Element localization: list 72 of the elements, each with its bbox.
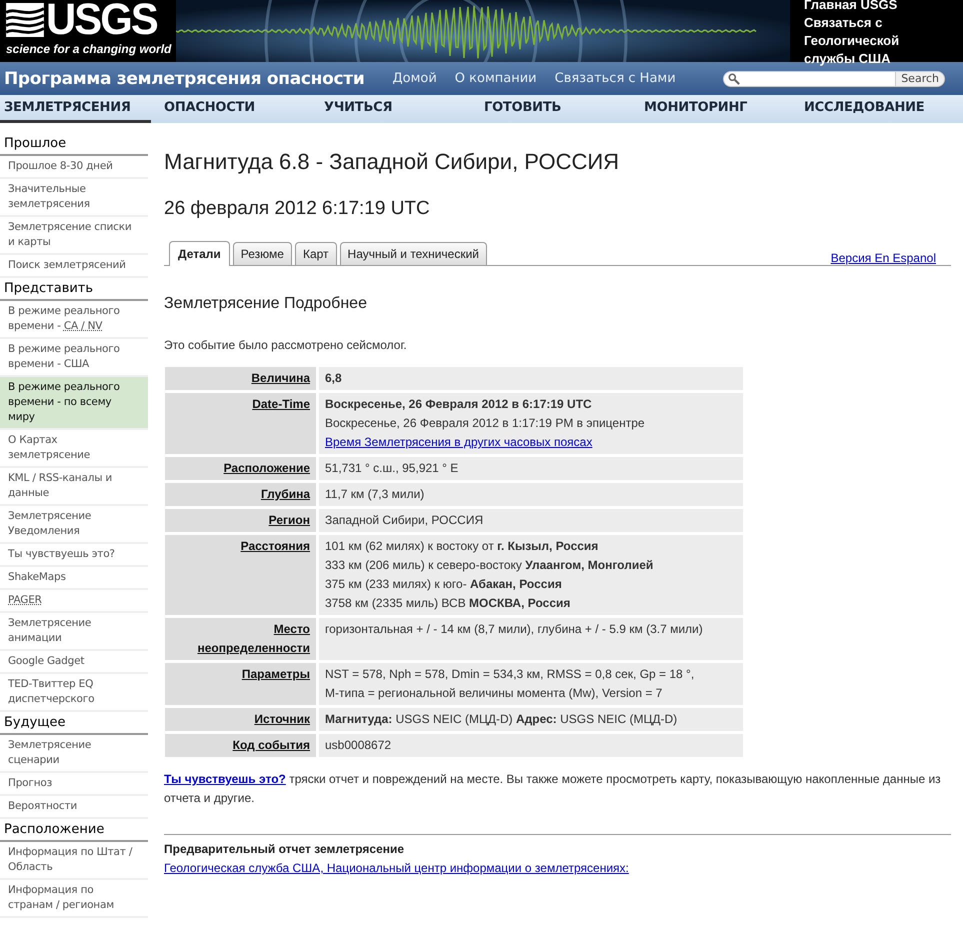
sidebar-item[interactable]: ShakeMaps (0, 567, 148, 590)
sidebar-item[interactable]: О Картах землетрясение (0, 430, 148, 468)
sidebar-item[interactable]: В режиме реального времени - CA / NV (0, 301, 148, 339)
sidebar-item[interactable]: Поиск землетрясений (0, 255, 148, 278)
search-button[interactable]: Search (895, 70, 945, 86)
detail-value: NST = 578, Nph = 578, Dmin = 534,3 км, RMSS = 0,8 сек, Gp = 18 °, (325, 666, 696, 683)
sidebar-heading: Представить (0, 278, 148, 301)
detail-link[interactable]: Время Землетрясения в других часовых поясах (325, 433, 737, 452)
detail-value: 11,7 км (7,3 мили) (325, 486, 426, 503)
event-title: Магнитуда 6.8 - Западной Сибири, РОССИЯ (164, 149, 620, 175)
felt-report-text: Ты чувствуешь это? тряски отчет и повреждений на месте. Вы также можете просмотреть карту, показывающую накопленные данные из отчета и другие. (164, 771, 942, 807)
logo-waves-icon (6, 3, 44, 37)
detail-value: Воскресенье, 26 Февраля 2012 в 1:17:19 PM в эпицентре (325, 415, 646, 432)
nav-tab[interactable]: УЧИТЬСЯ (324, 95, 392, 123)
tagline: science for a changing world (6, 42, 172, 56)
sidebar-heading: Прошлое (0, 133, 148, 156)
sidebar-item[interactable]: TED-Твиттер EQ диспетчерского (0, 674, 148, 712)
sidebar-item[interactable]: Информация по странам / регионам (0, 880, 148, 918)
field-label-link[interactable]: Расстояния (240, 537, 310, 556)
nav-tab[interactable]: ЗЕМЛЕТРЯСЕНИЯ (0, 95, 151, 123)
sidebar-item[interactable]: Землетрясение сценарии (0, 735, 148, 773)
tab[interactable]: Карт (294, 242, 337, 265)
detail-value: 6,8 (325, 370, 343, 387)
top-link[interactable]: Домой (392, 71, 437, 86)
detail-value: Магнитуда: USGS NEIC (МЦД-D) Адрес: USGS NEIC (МЦД-D) (325, 711, 678, 728)
detail-value: 3758 км (2335 миль) ВСВ МОСКВА, Россия (325, 595, 572, 612)
sidebar-item[interactable]: Ты чувствуешь это? (0, 544, 148, 567)
top-link[interactable]: О компании (454, 71, 537, 86)
sidebar-item[interactable]: Google Gadget (0, 651, 148, 674)
sidebar-item[interactable]: Значительные землетрясения (0, 179, 148, 217)
detail-value: Воскресенье, 26 Февраля 2012 в 6:17:19 UTC (325, 396, 593, 413)
section-title: Землетрясение Подробнее (164, 295, 368, 313)
nav-tab[interactable]: ИССЛЕДОВАНИЕ (804, 95, 924, 123)
sidebar-item[interactable]: Землетрясение списки и карты (0, 217, 148, 255)
sidebar-item[interactable]: Землетрясение Уведомления (0, 506, 148, 544)
sidebar-item[interactable]: KML / RSS-каналы и данные (0, 468, 148, 506)
sidebar-item[interactable]: В режиме реального времени - по всему миру (0, 377, 148, 430)
sidebar-item[interactable]: Землетрясение анимации (0, 613, 148, 651)
report-title: Предварительный отчет землетрясение (164, 841, 406, 858)
detail-value: Западной Сибири, РОССИЯ (325, 512, 484, 529)
report-link[interactable]: Геологическая служба США, Национальный центр информации о землетрясениях: (164, 860, 629, 876)
nav-tab[interactable]: ОПАСНОСТИ (164, 95, 255, 123)
detail-value: M-типа = региональной величины момента (Mw), Version = 7 (325, 685, 664, 702)
event-datetime: 26 февраля 2012 6:17:19 UTC (164, 198, 431, 220)
intro-text: Это событие было рассмотрено сейсмолог. (164, 338, 408, 352)
sidebar-item[interactable]: PAGER (0, 590, 148, 613)
detail-value: 333 км (206 миль) к северо-востоку Улаангом, Монголией (325, 557, 654, 574)
tab[interactable]: Детали (169, 241, 230, 266)
site-title: Программа землетрясения опасности (4, 68, 364, 88)
tab[interactable]: Научный и технический (340, 242, 487, 265)
sidebar-heading: Расположение (0, 819, 148, 842)
top-link[interactable]: Связаться с Нами (554, 71, 676, 86)
detail-value: 51,731 ° с.ш., 95,921 ° E (325, 460, 460, 477)
detail-value: горизонтальная + / - 14 км (8,7 мили), глубина + / - 5.9 км (3.7 мили) (325, 621, 704, 638)
sidebar-item[interactable]: Прошлое 8-30 дней (0, 156, 148, 179)
tab[interactable]: Резюме (232, 242, 292, 265)
felt-link[interactable]: Ты чувствуешь это? (164, 772, 286, 786)
field-label-link[interactable]: Date-Time (252, 395, 310, 414)
sidebar-item[interactable]: Информация по Штат / Область (0, 842, 148, 880)
sidebar-heading: Будущее (0, 712, 148, 735)
sidebar-item[interactable]: Вероятности (0, 796, 148, 819)
nav-tab[interactable]: ГОТОВИТЬ (484, 95, 562, 123)
detail-value: 101 км (62 милях) к востоку от г. Кызыл, Россия (325, 538, 600, 555)
sidebar-item[interactable]: Прогноз (0, 773, 148, 796)
logo-text[interactable]: USGS (46, 0, 157, 40)
language-link[interactable]: Версия En Espanol (830, 251, 936, 265)
nav-tab[interactable]: МОНИТОРИНГ (644, 95, 748, 123)
detail-value: usb0008672 (325, 737, 392, 754)
header-link[interactable]: Главная USGS (804, 0, 944, 14)
search-icon (728, 72, 740, 84)
detail-value: 375 км (233 милях) к юго- Абакан, Россия (325, 576, 563, 593)
search-field[interactable] (723, 70, 896, 86)
